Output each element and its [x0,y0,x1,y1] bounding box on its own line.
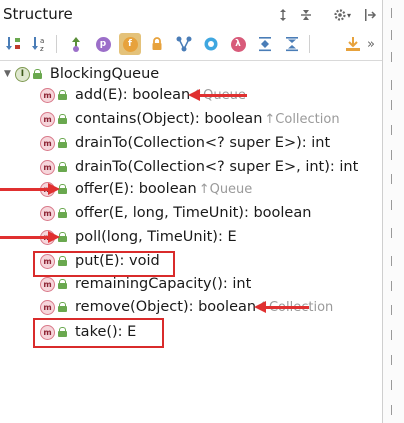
method-icon: m [40,87,55,103]
method-icon: m [40,299,55,315]
expand-all-icon[interactable] [273,5,293,25]
show-anonymous-icon[interactable] [200,33,222,55]
gutter-mark [391,174,392,184]
sort-by-visibility-icon[interactable] [3,33,25,55]
method-signature: drainTo(Collection<? super E>, int): int [75,159,359,175]
lock-icon [58,279,67,289]
expand-icon[interactable] [254,33,276,55]
method-signature: remainingCapacity(): int [75,276,252,292]
gutter-mark [391,125,392,135]
gutter-mark [391,8,392,18]
gutter-mark [391,80,392,90]
gutter-mark [391,380,392,390]
gutter-mark [391,200,392,210]
gutter-mark [391,100,392,110]
tree-method-row[interactable]: moffer(E): boolean↑Queue [40,178,252,200]
method-icon: m [40,159,55,175]
collapse-toggle-icon[interactable]: ▼ [4,69,11,79]
gutter-mark [391,405,392,415]
lock-icon [58,114,67,124]
more-actions-icon[interactable]: » [364,33,378,55]
lock-icon [58,162,67,172]
gutter-mark [391,305,392,315]
gutter-mark [391,355,392,365]
panel-title: Structure [3,5,73,23]
lock-icon [58,138,67,148]
lock-icon [32,69,42,79]
method-signature: drainTo(Collection<? super E>): int [75,135,331,151]
svg-text:a: a [40,37,44,45]
gutter-mark [391,256,392,266]
method-signature: add(E): boolean [75,87,191,103]
editor-gutter [382,0,404,423]
root-name: BlockingQueue [49,66,160,82]
method-icon: m [40,276,55,292]
show-lambda-icon[interactable]: λ [227,33,249,55]
autoscroll-icon[interactable] [342,33,364,55]
pin-icon[interactable] [360,5,380,25]
tree-method-row[interactable]: m contains(Object): boolean ↑Collection [40,108,340,130]
lock-icon [58,208,67,218]
toolbar-divider [309,35,310,53]
tree-method-row[interactable]: mpoll(long, TimeUnit): E [40,226,237,248]
svg-text:z: z [40,45,44,53]
collapse-all-icon[interactable] [296,5,316,25]
show-inherited-icon[interactable] [65,33,87,55]
tree-method-row[interactable]: m drainTo(Collection<? super E>, int): in… [40,156,358,178]
method-icon: m [40,111,55,127]
show-properties-icon[interactable]: p [92,33,114,55]
tree-root[interactable]: ▼ I BlockingQueue [4,63,159,85]
inherited-from: ↑Queue [198,181,253,197]
method-icon: m [40,135,55,151]
show-fields-icon[interactable]: f [119,33,141,55]
lock-icon [58,302,67,312]
gutter-mark [391,330,392,340]
method-signature: poll(long, TimeUnit): E [75,229,237,245]
method-signature: contains(Object): boolean [75,111,263,127]
show-non-public-icon[interactable] [146,33,168,55]
lock-icon [58,90,67,100]
gutter-mark [391,150,392,160]
toolbar-divider [56,35,57,53]
method-signature: offer(E): boolean [75,181,197,197]
gutter-mark [391,281,392,291]
method-signature: remove(Object): boolean [75,299,257,315]
structure-toolbar: az p f λ » [0,28,382,61]
gutter-mark [391,30,392,40]
gutter-mark [391,52,392,62]
highlight-box [33,318,164,348]
show-lambdas-icon[interactable] [173,33,195,55]
method-signature: offer(E, long, TimeUnit): boolean [75,205,312,221]
tree-method-row[interactable]: m offer(E, long, TimeUnit): boolean [40,202,311,224]
chevron-down-icon[interactable]: ▾ [344,5,354,25]
highlight-box [33,251,175,277]
gutter-mark [391,228,392,238]
inherited-from: ↑Collection [264,111,340,127]
interface-icon: I [14,66,30,82]
tree-method-row[interactable]: m drainTo(Collection<? super E>): int [40,132,330,154]
sort-alphabetically-icon[interactable]: az [29,33,51,55]
collapse-icon[interactable] [281,33,303,55]
structure-panel: Structure ▾ az p f λ » ▼ I BlockingQueue… [0,0,382,423]
method-icon: m [40,205,55,221]
